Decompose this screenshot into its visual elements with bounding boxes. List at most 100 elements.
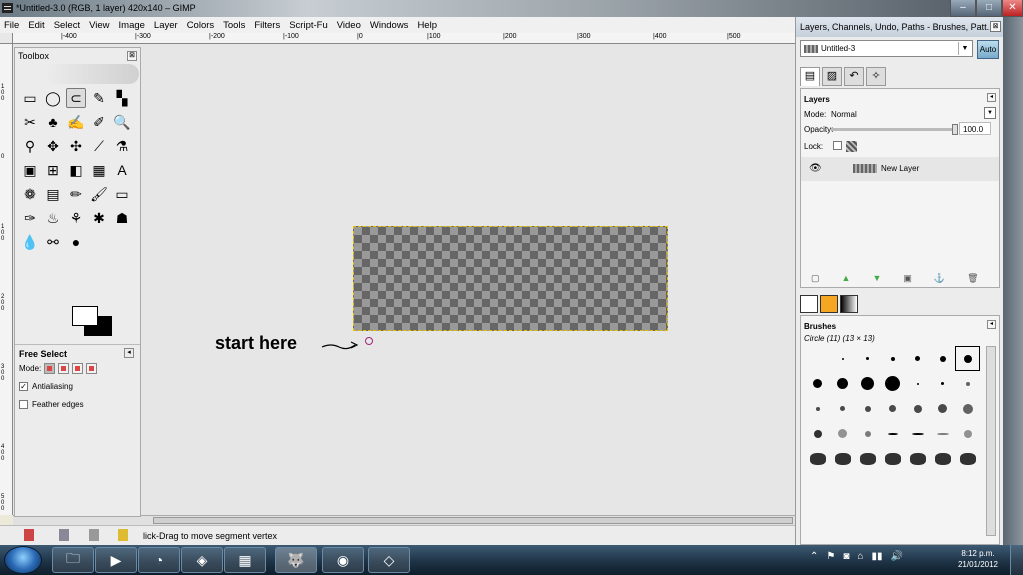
tool-options-menu-icon[interactable]: ◂ bbox=[124, 348, 134, 358]
text-tool-icon[interactable]: A bbox=[112, 160, 132, 180]
brush-item[interactable] bbox=[905, 346, 930, 371]
delete-layer-icon[interactable]: 🗑 bbox=[967, 273, 978, 284]
tab-patterns[interactable] bbox=[820, 295, 838, 313]
menu-tools[interactable]: Tools bbox=[223, 20, 245, 31]
menu-file[interactable]: File bbox=[4, 20, 19, 31]
perspective-clone-tool-icon[interactable]: ☗ bbox=[112, 208, 132, 228]
brush-item[interactable] bbox=[880, 396, 905, 421]
chevron-down-icon[interactable]: ▼ bbox=[984, 107, 996, 119]
layer-name[interactable]: New Layer bbox=[881, 164, 919, 173]
scale-tool-icon[interactable]: ▣ bbox=[20, 160, 40, 180]
mode-replace-button[interactable] bbox=[44, 363, 56, 374]
taskbar-clock-app-icon[interactable]: ◔ bbox=[138, 547, 180, 573]
tray-expand-icon[interactable]: ⌃ bbox=[810, 551, 818, 562]
brush-item-selected[interactable] bbox=[955, 346, 980, 371]
raise-layer-icon[interactable]: ▲ bbox=[842, 273, 851, 284]
menu-video[interactable]: Video bbox=[337, 20, 361, 31]
scrollbar-thumb[interactable] bbox=[153, 517, 793, 524]
pencil-tool-icon[interactable]: ✏ bbox=[66, 184, 86, 204]
antialiasing-checkbox[interactable]: ✓ bbox=[19, 382, 28, 391]
brush-item[interactable] bbox=[830, 396, 855, 421]
flip-tool-icon[interactable]: ▦ bbox=[89, 160, 109, 180]
blend-tool-icon[interactable]: ▤ bbox=[43, 184, 63, 204]
maximize-button[interactable]: □ bbox=[976, 0, 1002, 17]
brushes-scrollbar[interactable] bbox=[986, 346, 996, 536]
brush-item[interactable] bbox=[930, 346, 955, 371]
opacity-value[interactable]: 100.0 bbox=[959, 122, 991, 135]
menu-filters[interactable]: Filters bbox=[254, 20, 280, 31]
menu-view[interactable]: View bbox=[89, 20, 109, 31]
brush-item[interactable] bbox=[805, 421, 830, 446]
layer-row[interactable]: 👁 New Layer bbox=[801, 157, 999, 181]
brush-item[interactable] bbox=[955, 421, 980, 446]
brush-item[interactable] bbox=[805, 371, 830, 396]
eye-icon[interactable]: 👁 bbox=[809, 163, 822, 174]
eraser-tool-icon[interactable]: ▭ bbox=[112, 184, 132, 204]
tab-gradients[interactable] bbox=[840, 295, 858, 313]
heal-tool-icon[interactable]: ✱ bbox=[89, 208, 109, 228]
lock-pixels-checkbox[interactable] bbox=[833, 141, 842, 150]
brush-item[interactable] bbox=[830, 346, 855, 371]
scissors-tool-icon[interactable]: ✂ bbox=[20, 112, 40, 132]
brush-item[interactable] bbox=[905, 396, 930, 421]
taskbar-calculator-icon[interactable]: ▦ bbox=[224, 547, 266, 573]
tab-undo[interactable]: ↶ bbox=[844, 67, 864, 86]
brush-item[interactable] bbox=[805, 446, 830, 471]
brush-item[interactable] bbox=[955, 396, 980, 421]
tab-paths[interactable]: ✧ bbox=[866, 67, 886, 86]
menu-windows[interactable]: Windows bbox=[370, 20, 409, 31]
brushes-menu-icon[interactable]: ◂ bbox=[987, 320, 996, 329]
anchor-layer-icon[interactable]: ⚓ bbox=[934, 273, 945, 284]
brush-item[interactable] bbox=[830, 371, 855, 396]
ink-tool-icon[interactable]: ♨ bbox=[43, 208, 63, 228]
foreground-select-tool-icon[interactable]: ♣ bbox=[43, 112, 63, 132]
mode-add-button[interactable] bbox=[58, 363, 70, 374]
smudge-tool-icon[interactable]: ⚯ bbox=[43, 232, 63, 252]
fg-bg-color-selector[interactable] bbox=[72, 306, 112, 336]
close-button[interactable]: ✕ bbox=[1002, 0, 1023, 17]
brush-item[interactable] bbox=[855, 396, 880, 421]
show-desktop-button[interactable] bbox=[1010, 545, 1023, 575]
free-select-start-point[interactable] bbox=[365, 337, 373, 345]
lock-alpha-icon[interactable] bbox=[846, 141, 857, 152]
menu-edit[interactable]: Edit bbox=[28, 20, 44, 31]
menu-layer[interactable]: Layer bbox=[154, 20, 178, 31]
chevron-down-icon[interactable]: ▼ bbox=[958, 42, 971, 55]
brush-item[interactable] bbox=[805, 396, 830, 421]
start-button[interactable] bbox=[4, 546, 42, 574]
brush-item[interactable] bbox=[955, 446, 980, 471]
image-canvas-transparent[interactable] bbox=[353, 226, 668, 331]
move-tool-icon[interactable]: ✥ bbox=[43, 136, 63, 156]
pointer-icon[interactable] bbox=[59, 529, 69, 541]
rotate-tool-icon[interactable]: ⚗ bbox=[112, 136, 132, 156]
menu-script-fu[interactable]: Script-Fu bbox=[289, 20, 328, 31]
antialiasing-option[interactable]: ✓ Antialiasing bbox=[19, 382, 73, 391]
airbrush-tool-icon[interactable]: ✑ bbox=[20, 208, 40, 228]
mode-intersect-button[interactable] bbox=[86, 363, 98, 374]
foreground-color-swatch[interactable] bbox=[72, 306, 98, 326]
new-layer-icon[interactable]: ▢ bbox=[811, 273, 820, 284]
brush-item[interactable] bbox=[905, 371, 930, 396]
lower-layer-icon[interactable]: ▼ bbox=[872, 273, 881, 284]
brush-item[interactable] bbox=[930, 446, 955, 471]
shear-tool-icon[interactable]: ⊞ bbox=[43, 160, 63, 180]
brush-item[interactable] bbox=[905, 446, 930, 471]
brush-item[interactable] bbox=[880, 446, 905, 471]
opacity-slider[interactable] bbox=[831, 124, 958, 135]
quick-mask-icon[interactable] bbox=[24, 529, 34, 541]
menu-select[interactable]: Select bbox=[54, 20, 80, 31]
brush-item[interactable] bbox=[855, 371, 880, 396]
layer-mode-select[interactable]: Normal ▼ bbox=[831, 107, 996, 121]
action-center-icon[interactable]: ⚑ bbox=[826, 551, 835, 562]
fuzzy-select-tool-icon[interactable]: ✎ bbox=[89, 88, 109, 108]
clone-tool-icon[interactable]: ⚘ bbox=[66, 208, 86, 228]
taskbar-media-player-icon[interactable]: ▶ bbox=[95, 547, 137, 573]
ruler-corner-button[interactable] bbox=[0, 33, 13, 44]
taskbar-explorer-icon[interactable]: 🗀 bbox=[52, 547, 94, 573]
auto-button[interactable]: Auto bbox=[977, 40, 999, 59]
minimize-button[interactable]: – bbox=[950, 0, 976, 17]
taskbar-clock[interactable]: 8:12 p.m. 21/01/2012 bbox=[955, 548, 1001, 570]
units-icon[interactable] bbox=[89, 529, 99, 541]
layers-menu-icon[interactable]: ◂ bbox=[987, 93, 996, 102]
taskbar-chrome-icon[interactable]: ◉ bbox=[322, 547, 364, 573]
